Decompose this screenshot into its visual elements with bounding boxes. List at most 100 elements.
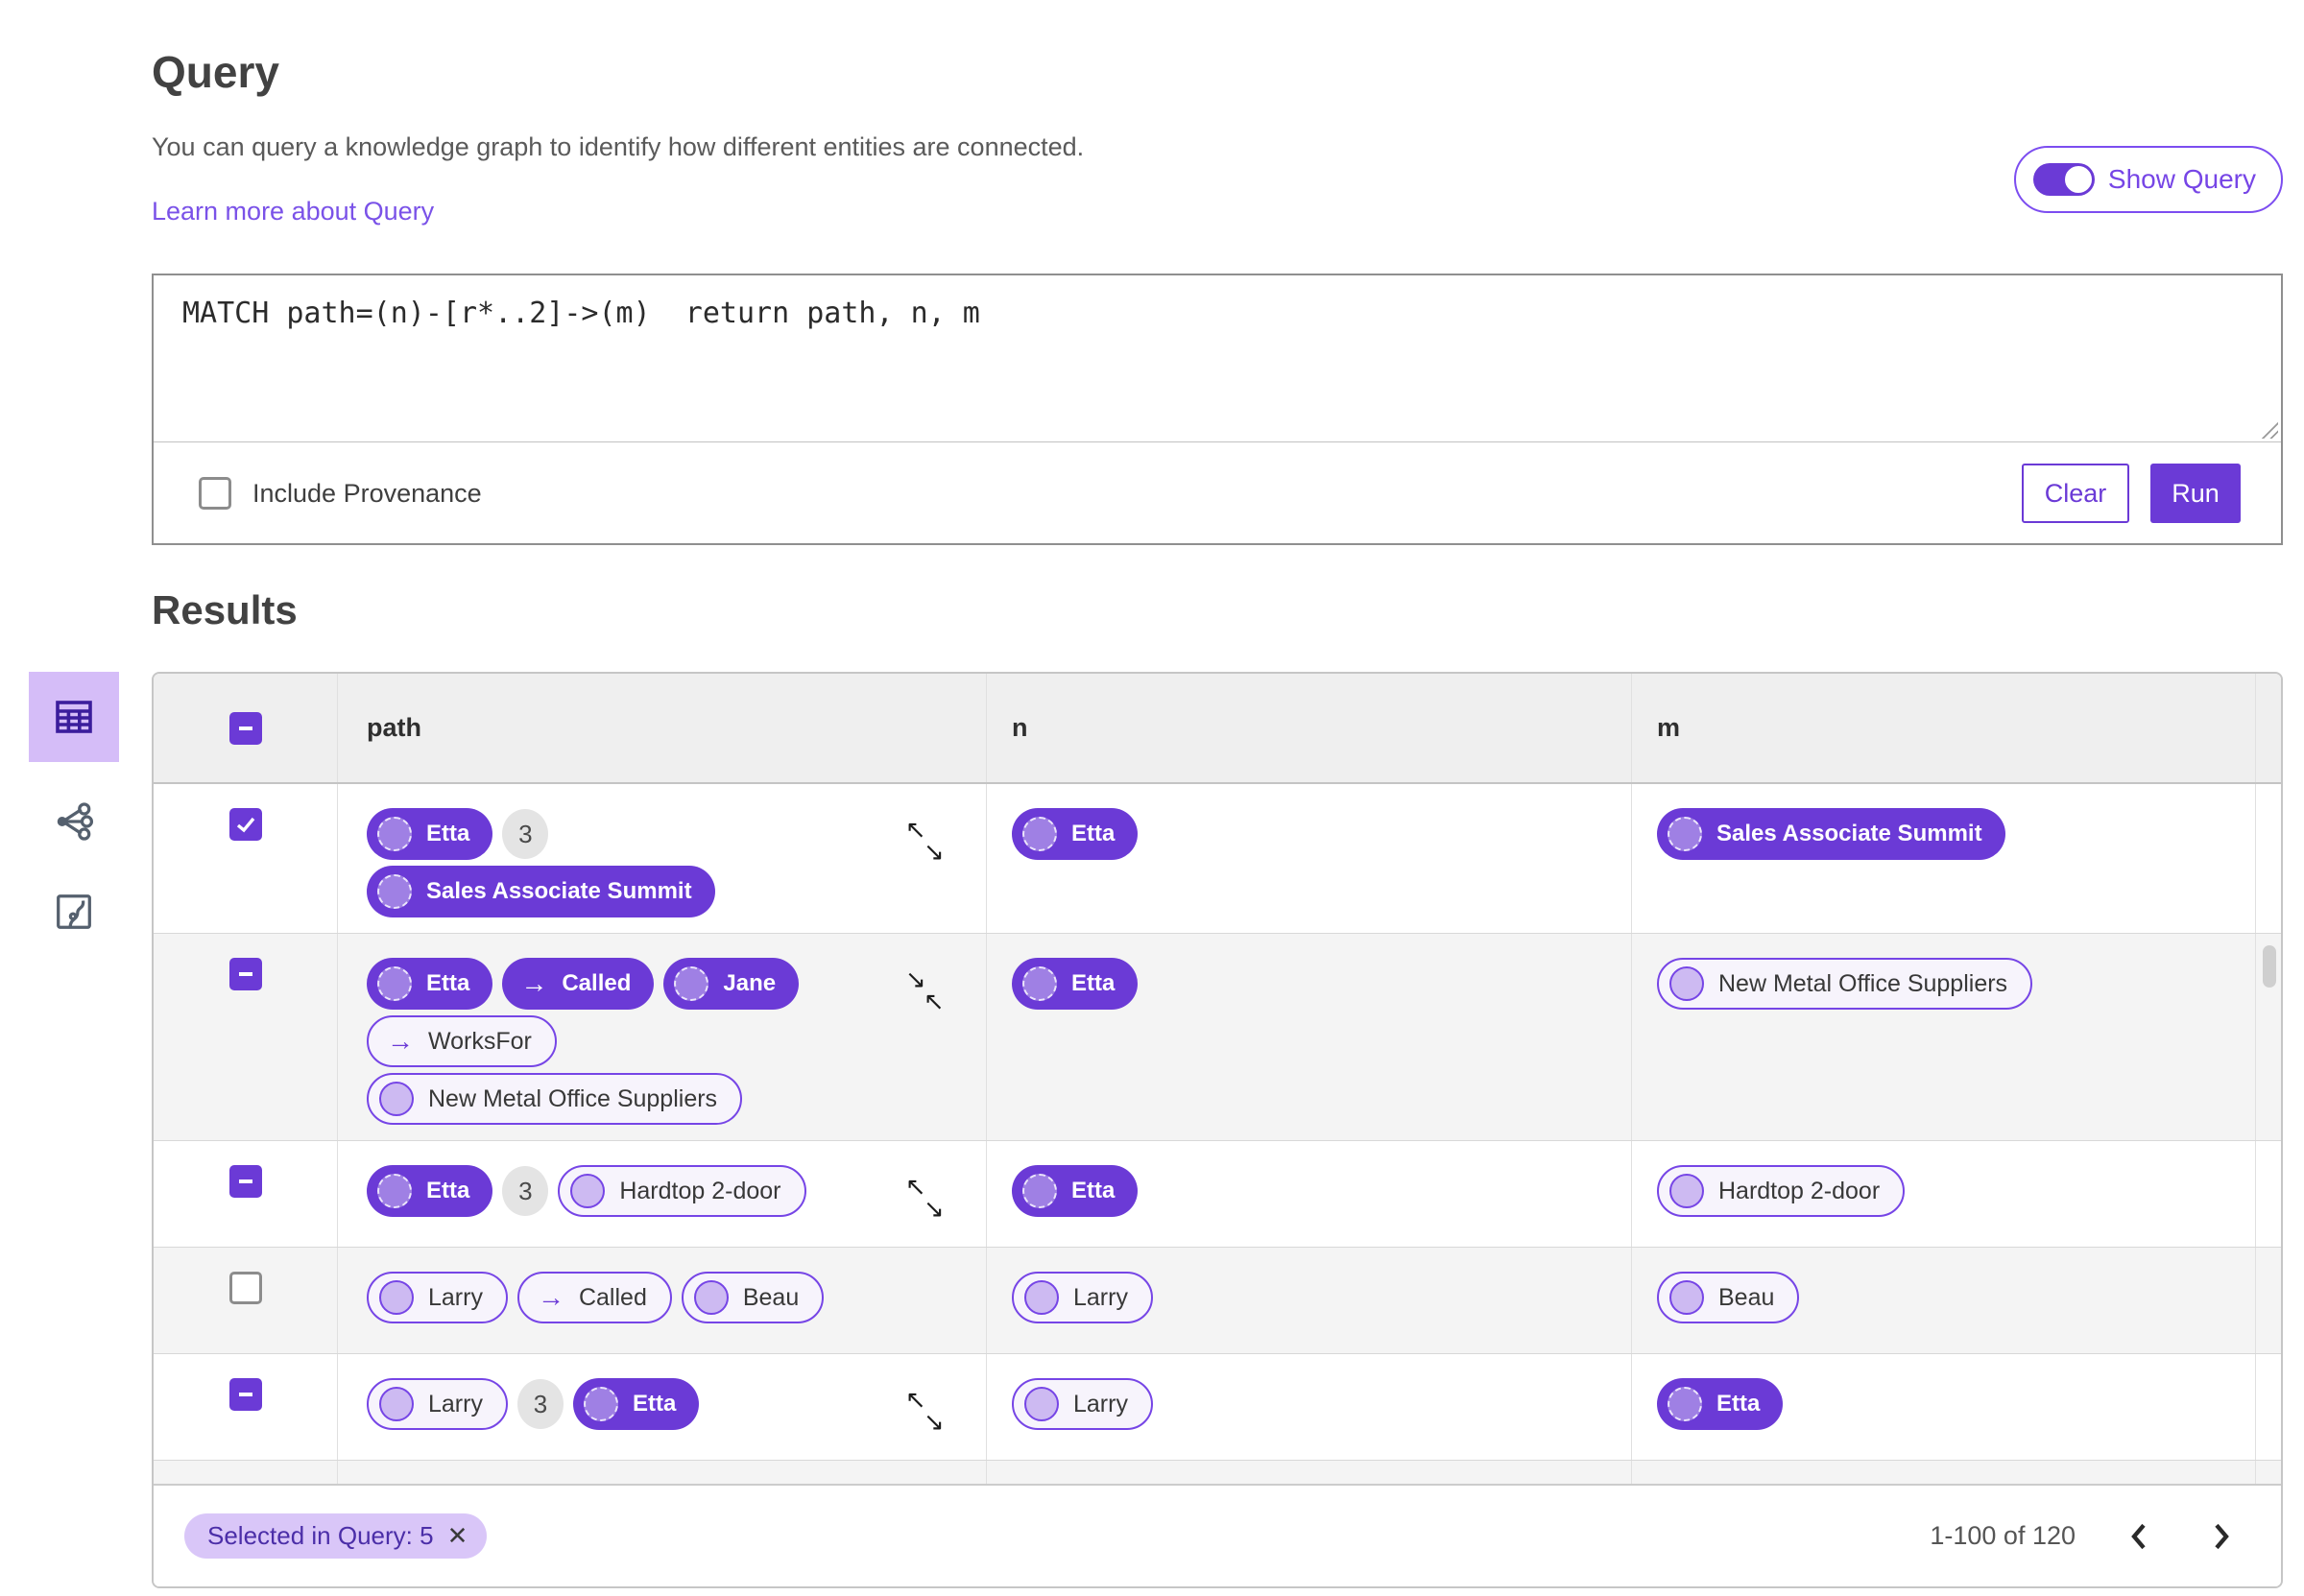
collapse-row-icon[interactable]: ↘ ↖ xyxy=(905,966,949,1014)
node-pill[interactable]: Hardtop 2-door xyxy=(1657,1165,1906,1217)
node-pill[interactable]: Etta xyxy=(367,808,493,860)
path-cell xyxy=(338,1461,987,1484)
row-checkbox[interactable] xyxy=(228,808,262,841)
node-pill[interactable]: New Metal Office Suppliers xyxy=(1657,958,2033,1010)
toggle-switch-icon xyxy=(2032,163,2095,196)
pill-label: Hardtop 2-door xyxy=(619,1177,781,1204)
row-checkbox-cell xyxy=(154,784,338,933)
show-query-toggle-button[interactable]: Show Query xyxy=(2013,146,2283,213)
pill-label: New Metal Office Suppliers xyxy=(1718,969,2008,997)
node-pill[interactable]: Etta xyxy=(1012,958,1139,1010)
n-cell: Etta xyxy=(987,934,1632,1140)
query-input[interactable]: MATCH path=(n)-[r*..2]->(m) return path,… xyxy=(154,275,2281,441)
edge-pill[interactable]: → Called xyxy=(516,1272,672,1323)
learn-more-link[interactable]: Learn more about Query xyxy=(152,197,434,226)
pill-label: Larry xyxy=(428,1390,483,1417)
node-circle-icon xyxy=(693,1280,729,1315)
hidden-nodes-count-badge: 3 xyxy=(516,1379,564,1429)
pill-label: Etta xyxy=(632,1391,677,1417)
row-checkbox-cell xyxy=(154,1461,338,1484)
path-cell: Larry → Called Beau xyxy=(338,1248,987,1353)
row-checkbox[interactable] xyxy=(228,1272,262,1304)
edge-pill[interactable]: → WorksFor xyxy=(367,1015,557,1067)
m-line: Beau xyxy=(1657,1272,2236,1323)
graph-view-button[interactable] xyxy=(29,791,119,852)
m-cell: Etta xyxy=(1632,1354,2256,1460)
n-line: Etta xyxy=(1012,958,1612,1010)
table-row xyxy=(154,1461,2281,1484)
node-pill[interactable]: Sales Associate Summit xyxy=(367,866,715,917)
row-checkbox-cell xyxy=(154,934,338,1140)
n-cell: Etta xyxy=(987,784,1632,933)
row-checkbox[interactable] xyxy=(228,1165,262,1198)
chip-dismiss-icon[interactable]: ✕ xyxy=(447,1521,468,1551)
row-checkbox-cell xyxy=(154,1354,338,1460)
path-cell: Etta → Called Jane → WorksFor New Metal Office… xyxy=(338,934,987,1140)
expand-row-icon[interactable]: ↖ ↘ xyxy=(905,1387,949,1435)
node-pill[interactable]: Jane xyxy=(663,958,800,1010)
path-line: Etta → Called Jane xyxy=(367,958,895,1010)
pill-label: Etta xyxy=(1071,1178,1116,1203)
pill-label: Larry xyxy=(428,1283,483,1311)
node-circle-icon xyxy=(1022,966,1057,1001)
pill-label: Jane xyxy=(723,970,777,996)
include-provenance-checkbox[interactable] xyxy=(199,477,231,510)
node-pill[interactable]: Etta xyxy=(367,1165,493,1217)
node-pill[interactable]: Beau xyxy=(681,1272,825,1323)
node-pill[interactable]: Etta xyxy=(367,958,493,1010)
column-header-path[interactable]: path xyxy=(338,674,987,782)
node-pill[interactable]: Hardtop 2-door xyxy=(558,1165,806,1217)
edge-pill[interactable]: → Called xyxy=(502,958,655,1010)
column-header-n[interactable]: n xyxy=(987,674,1632,782)
toggle-knob xyxy=(2062,164,2094,195)
expand-row-icon[interactable]: ↖ ↘ xyxy=(905,817,949,865)
table-view-button[interactable] xyxy=(29,672,119,762)
node-pill[interactable]: Etta xyxy=(1657,1378,1784,1430)
node-circle-icon xyxy=(583,1387,618,1421)
table-header-row: path n m xyxy=(154,674,2281,784)
scrollbar-gutter-cell xyxy=(2256,1248,2279,1353)
node-pill[interactable]: Larry xyxy=(367,1272,508,1323)
next-page-button[interactable] xyxy=(2202,1517,2241,1556)
row-checkbox-cell xyxy=(154,1248,338,1353)
pill-label: Larry xyxy=(1073,1390,1128,1417)
select-all-checkbox[interactable] xyxy=(228,711,262,745)
map-view-button[interactable] xyxy=(29,881,119,942)
path-cell: Etta 3 Sales Associate Summit ↖ ↘ xyxy=(338,784,987,933)
row-checkbox[interactable] xyxy=(228,958,262,990)
pill-label: Etta xyxy=(426,970,470,996)
selected-in-query-chip[interactable]: Selected in Query: 5 ✕ xyxy=(184,1513,488,1559)
table-scrollbar-thumb[interactable] xyxy=(2263,945,2276,988)
node-pill[interactable]: Larry xyxy=(1012,1272,1153,1323)
node-circle-icon xyxy=(674,966,709,1001)
graph-icon xyxy=(57,802,94,841)
column-header-m[interactable]: m xyxy=(1632,674,2256,782)
clear-button[interactable]: Clear xyxy=(2022,464,2129,523)
header-checkbox-cell xyxy=(154,674,338,782)
map-icon xyxy=(57,894,91,929)
pagination: 1-100 of 120 xyxy=(1930,1517,2241,1556)
node-pill[interactable]: Beau xyxy=(1657,1272,1800,1323)
node-pill[interactable]: Etta xyxy=(1012,808,1139,860)
previous-page-button[interactable] xyxy=(2120,1517,2158,1556)
node-pill[interactable]: Etta xyxy=(572,1378,700,1430)
pill-label: Etta xyxy=(426,821,470,846)
table-icon xyxy=(56,701,92,733)
page-description: You can query a knowledge graph to ident… xyxy=(152,132,1085,161)
n-cell xyxy=(987,1461,1632,1484)
node-circle-icon xyxy=(379,1082,414,1116)
node-pill[interactable]: New Metal Office Suppliers xyxy=(367,1073,743,1125)
row-checkbox[interactable] xyxy=(228,1378,262,1411)
table-row: Larry 3 Etta ↖ ↘ Larry Etta xyxy=(154,1354,2281,1461)
node-pill[interactable]: Larry xyxy=(367,1378,508,1430)
m-cell: Hardtop 2-door xyxy=(1632,1141,2256,1247)
diagonal-arrow-icon: ↘ xyxy=(924,1407,945,1436)
run-button[interactable]: Run xyxy=(2150,464,2241,523)
node-pill[interactable]: Etta xyxy=(1012,1165,1139,1217)
hidden-nodes-count-badge: 3 xyxy=(502,809,549,859)
node-pill[interactable]: Sales Associate Summit xyxy=(1657,808,2005,860)
node-circle-icon xyxy=(377,1174,412,1208)
node-circle-icon xyxy=(377,817,412,851)
expand-row-icon[interactable]: ↖ ↘ xyxy=(905,1174,949,1222)
node-pill[interactable]: Larry xyxy=(1012,1378,1153,1430)
